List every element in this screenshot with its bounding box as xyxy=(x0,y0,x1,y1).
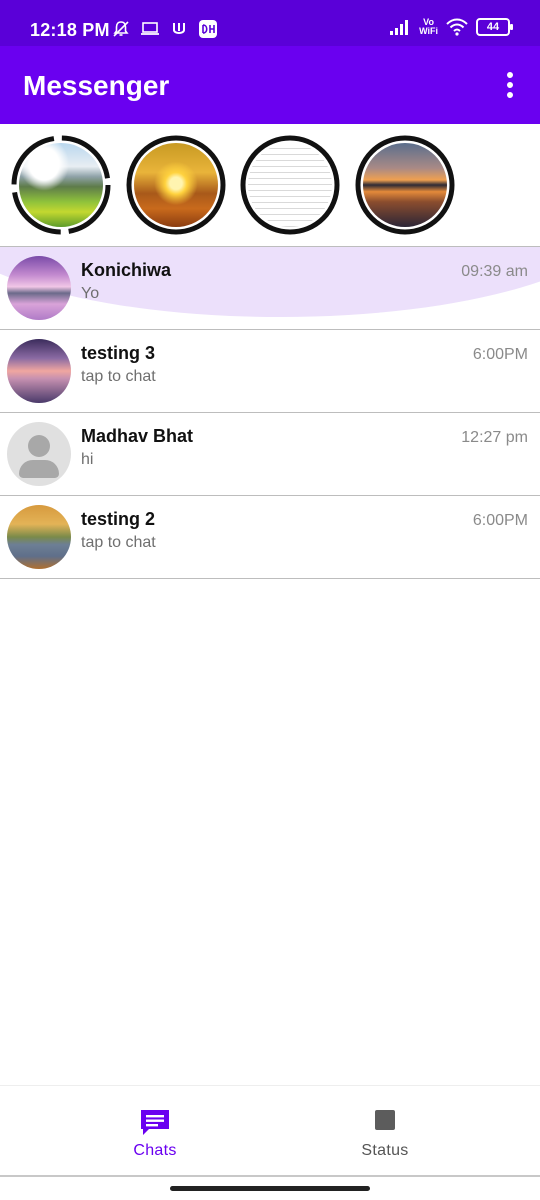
press-ripple xyxy=(0,247,540,317)
avatar-head xyxy=(28,435,50,457)
menu-dot xyxy=(507,72,513,78)
overflow-menu-icon[interactable] xyxy=(500,72,520,98)
mute-bell-icon xyxy=(113,21,129,37)
nav-tab-status[interactable]: Status xyxy=(250,1086,520,1176)
story-item[interactable] xyxy=(239,134,341,236)
app-dh-icon xyxy=(199,20,217,38)
status-bar: 12:18 PM Vo WiFi 44 xyxy=(0,0,540,46)
avatar xyxy=(7,505,71,569)
chat-name: Konichiwa xyxy=(81,260,172,280)
nav-divider xyxy=(0,1175,540,1177)
menu-dot xyxy=(507,82,513,88)
messenger-screen: 12:18 PM Vo WiFi 44 Messenger Konichiwa … xyxy=(0,0,540,1200)
app-bar: Messenger xyxy=(0,46,540,124)
story-thumbnail xyxy=(248,143,332,227)
avatar xyxy=(7,339,71,403)
battery-indicator: 44 xyxy=(476,18,513,36)
wifi-icon xyxy=(446,18,468,36)
chat-row[interactable]: testing 2 tap to chat 6:00PM xyxy=(0,495,540,579)
vowifi-label: Vo WiFi xyxy=(419,17,438,36)
chat-time: 6:00PM xyxy=(472,346,528,363)
home-indicator[interactable] xyxy=(170,1186,370,1191)
chat-bubble-icon xyxy=(141,1110,169,1135)
chat-name: testing 2 xyxy=(81,509,156,529)
laptop-icon xyxy=(141,22,159,35)
chat-last-message: hi xyxy=(81,451,94,468)
avatar xyxy=(7,256,71,320)
story-thumbnail xyxy=(134,143,218,227)
chat-last-message: Yo xyxy=(81,285,100,302)
chat-time: 6:00PM xyxy=(472,512,528,529)
chat-name: testing 3 xyxy=(81,343,156,363)
status-left-icons xyxy=(112,19,218,39)
default-avatar-icon xyxy=(7,422,71,486)
status-square-icon xyxy=(375,1110,395,1130)
bottom-navigation: Chats Status xyxy=(0,1085,540,1176)
chat-last-message: tap to chat xyxy=(81,534,156,551)
avatar-body xyxy=(19,460,59,478)
nav-label-status: Status xyxy=(361,1142,409,1159)
app-u-icon xyxy=(173,23,185,34)
chat-time: 12:27 pm xyxy=(461,429,528,446)
chat-row[interactable]: Madhav Bhat hi 12:27 pm xyxy=(0,412,540,495)
stories-strip xyxy=(0,124,540,246)
menu-dot xyxy=(507,92,513,98)
status-right-icons: Vo WiFi 44 xyxy=(389,17,513,36)
chat-row[interactable]: Konichiwa Yo 09:39 am xyxy=(0,246,540,329)
chat-row[interactable]: testing 3 tap to chat 6:00PM xyxy=(0,329,540,412)
chat-last-message: tap to chat xyxy=(81,368,156,385)
chat-name: Madhav Bhat xyxy=(81,426,194,446)
app-title: Messenger xyxy=(23,70,170,101)
story-item[interactable] xyxy=(10,134,112,236)
story-item[interactable] xyxy=(354,134,456,236)
story-thumbnail xyxy=(19,143,103,227)
story-item[interactable] xyxy=(125,134,227,236)
chat-time: 09:39 am xyxy=(461,263,528,280)
chat-list: Konichiwa Yo 09:39 am testing 3 tap to c… xyxy=(0,246,540,579)
signal-icon xyxy=(390,20,409,35)
status-time: 12:18 PM xyxy=(30,20,110,40)
story-thumbnail xyxy=(363,143,447,227)
